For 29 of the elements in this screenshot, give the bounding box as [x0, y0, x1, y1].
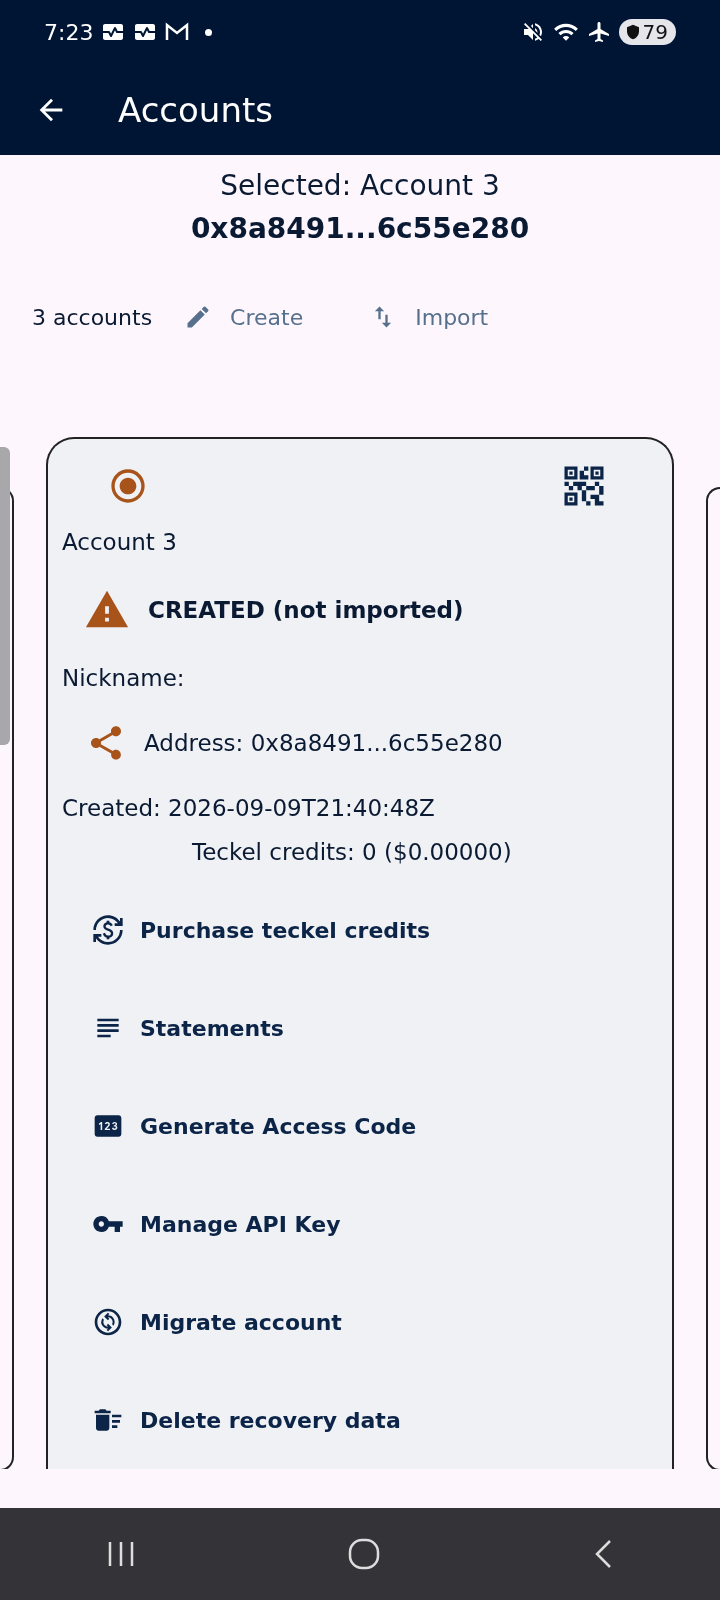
create-button[interactable]: Create: [180, 297, 308, 337]
mail-icon: [165, 22, 190, 42]
action-button[interactable]: Generate Access Code: [62, 1077, 658, 1175]
battery-level: 79: [642, 20, 668, 44]
created-date: Created: 2026-09-09T21:40:48Z: [62, 794, 436, 823]
selected-address: 0x8a8491...6c55e280: [190, 212, 530, 245]
three-bars-icon: [106, 1541, 135, 1567]
credits-balance: Teckel credits: 0 ($0.00000): [191, 838, 513, 865]
action-button[interactable]: Delete recovery data: [62, 1371, 658, 1469]
nickname-label: Nickname:: [62, 664, 186, 693]
shield-icon: [624, 24, 641, 40]
action-button[interactable]: Manage API Key: [62, 1175, 658, 1273]
action-button[interactable]: Purchase teckel credits: [62, 881, 658, 979]
rounded-square-icon: [348, 1538, 380, 1570]
airplane-icon: [586, 20, 611, 44]
chevron-left-icon: [593, 1539, 614, 1569]
notification-dot: [205, 28, 213, 36]
import-button[interactable]: Import: [365, 297, 493, 337]
action-button[interactable]: Statements: [62, 979, 658, 1077]
status-time: 7:23: [44, 19, 94, 45]
currency-exchange-icon: [92, 914, 124, 946]
radio-button[interactable]: [108, 466, 148, 506]
action-button[interactable]: Migrate account: [62, 1273, 658, 1371]
selected-account-label: Selected: Account 3: [220, 169, 500, 202]
account-status: CREATED (not imported): [148, 597, 464, 623]
account-name: Account 3: [62, 528, 178, 557]
account-address: Address: 0x8a8491...6c55e280: [144, 730, 503, 756]
page-title: Accounts: [118, 89, 273, 130]
account-count: 3 accounts: [32, 304, 153, 330]
